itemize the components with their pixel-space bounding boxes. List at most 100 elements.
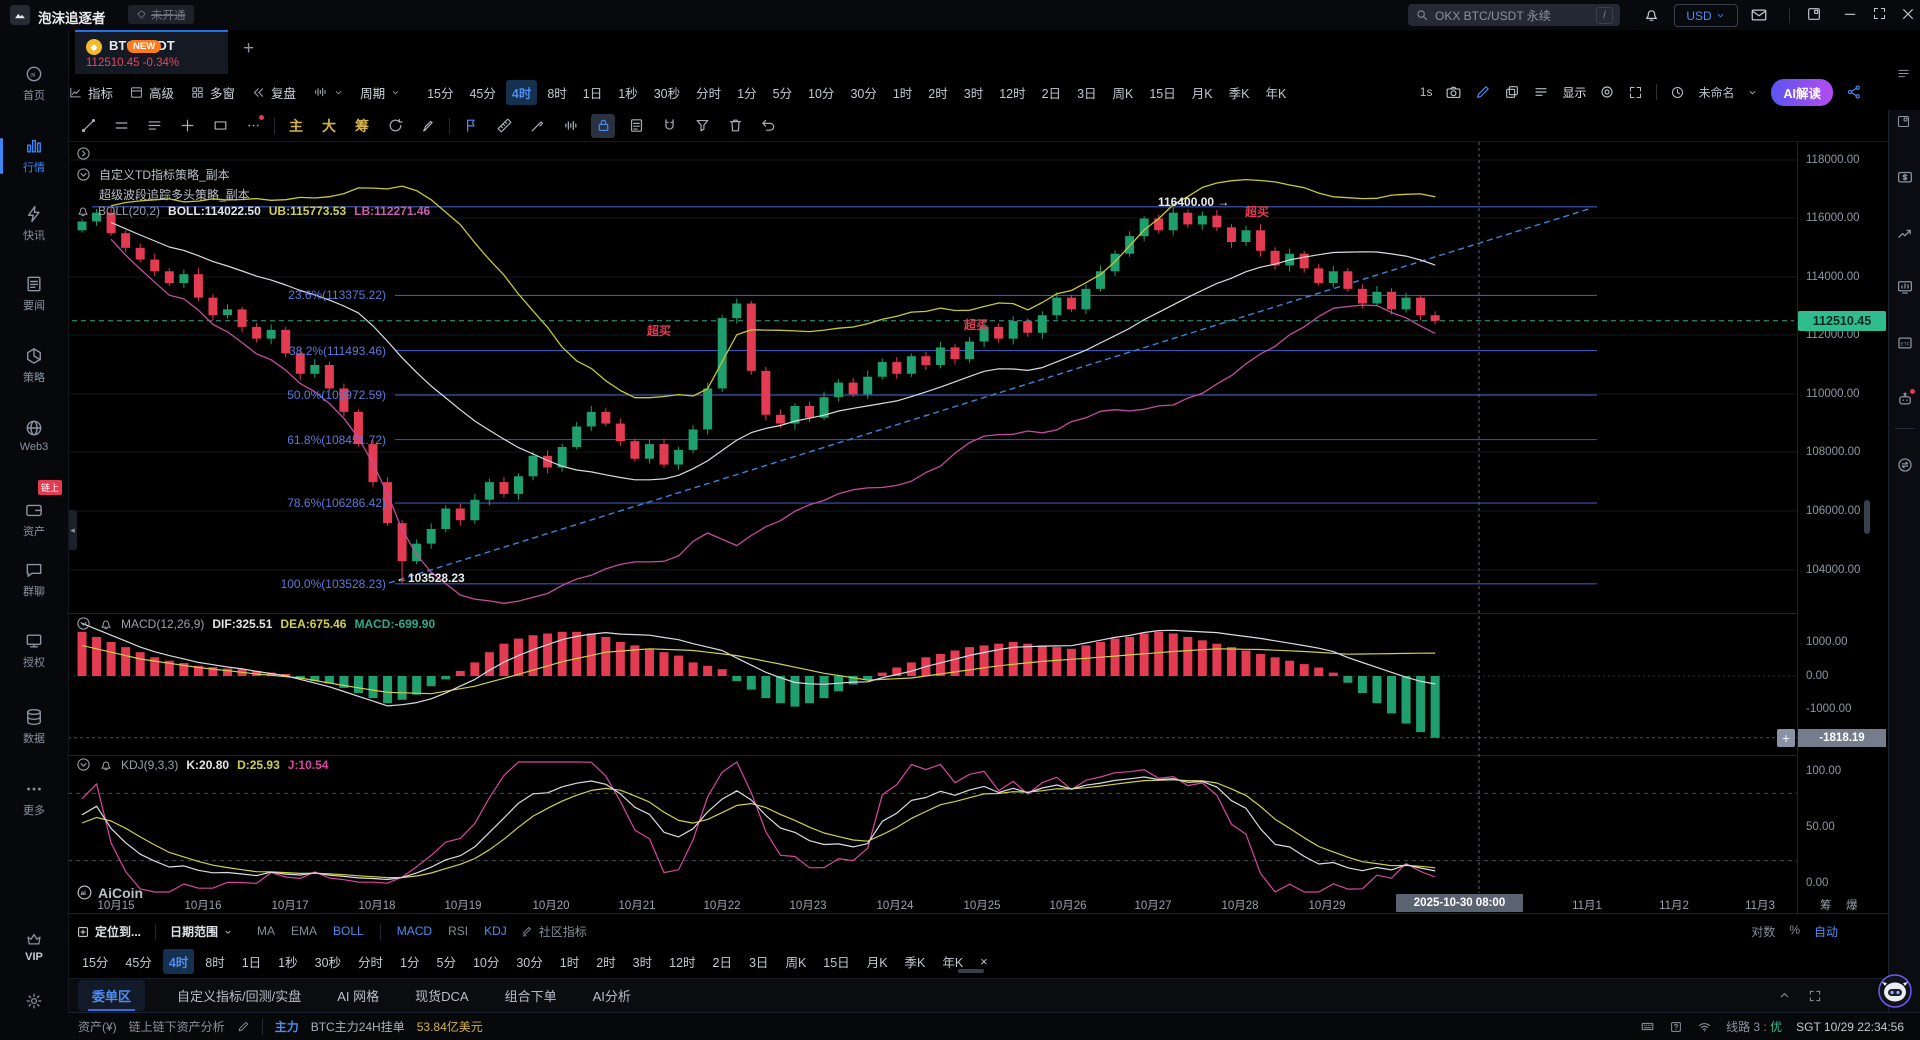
chip-distribution-toggle[interactable]: 筹: [350, 114, 374, 138]
timeframe-bottom-45分[interactable]: 45分: [119, 949, 157, 974]
close-icon[interactable]: [1900, 6, 1916, 22]
lock-drawings-tool-icon[interactable]: [591, 114, 615, 138]
etf-panel-icon[interactable]: ETF: [1896, 334, 1914, 352]
candlestick-chart[interactable]: [68, 142, 1797, 893]
advanced-button[interactable]: 高级: [129, 83, 174, 102]
timeframe-bottom-8时[interactable]: 8时: [199, 949, 230, 974]
undo-button-icon[interactable]: [756, 114, 780, 138]
fullscreen-icon[interactable]: [1628, 85, 1643, 100]
notifications-bell-icon[interactable]: [1643, 6, 1660, 23]
timeframe-月K[interactable]: 月K: [1186, 80, 1219, 105]
rectangle-tool-icon[interactable]: [208, 114, 232, 138]
timeframe-5分[interactable]: 5分: [767, 80, 798, 105]
timeframe-bottom-季K[interactable]: 季K: [899, 949, 932, 974]
magnet-tool-icon[interactable]: [657, 114, 681, 138]
chevron-down-icon[interactable]: [76, 616, 91, 631]
horizontal-scrollbar[interactable]: [958, 969, 984, 973]
bookmark-tool-icon[interactable]: [459, 114, 483, 138]
reset-tool-icon[interactable]: [383, 114, 407, 138]
alert-bell-icon[interactable]: [99, 758, 113, 772]
expand-panel-icon[interactable]: [1808, 988, 1822, 1003]
ai-assistant-mascot[interactable]: [1876, 972, 1914, 1010]
period-dropdown[interactable]: 周期: [360, 83, 401, 102]
timeframe-bottom-3时[interactable]: 3时: [627, 949, 658, 974]
shortcuts-keyboard-icon[interactable]: [1640, 1019, 1655, 1034]
sidebar-item-authorize[interactable]: 授权: [0, 631, 68, 675]
scale-option-对数[interactable]: 对数: [1751, 923, 1775, 940]
layout-name[interactable]: 未命名: [1698, 84, 1734, 101]
chevron-right-icon[interactable]: [76, 146, 91, 161]
timeframe-bottom-分时[interactable]: 分时: [352, 949, 389, 974]
chevron-down-icon[interactable]: [76, 757, 91, 772]
timeframe-bottom-2日[interactable]: 2日: [707, 949, 738, 974]
replay-button[interactable]: 复盘: [251, 83, 296, 102]
collapsed-strategy-row[interactable]: [76, 146, 91, 161]
pattern-tool-icon[interactable]: [558, 114, 582, 138]
timeframe-15日[interactable]: 15日: [1143, 80, 1181, 105]
license-badge[interactable]: 未开通: [128, 5, 194, 24]
timeframe-4时[interactable]: 4时: [506, 80, 537, 105]
resolution-badge[interactable]: 1s: [1420, 85, 1433, 99]
list-settings-icon[interactable]: [1533, 84, 1549, 100]
sidebar-item-vip[interactable]: VIP: [0, 930, 68, 974]
timeframe-bottom-周K[interactable]: 周K: [779, 949, 812, 974]
sidebar-item-headlines[interactable]: 要闻: [0, 274, 68, 318]
sidebar-item-home[interactable]: ai首页: [0, 64, 68, 108]
large-view-toggle[interactable]: 大: [317, 114, 341, 138]
timeframe-季K[interactable]: 季K: [1223, 80, 1256, 105]
scale-option-自动[interactable]: 自动: [1814, 923, 1838, 940]
sidebar-item-more[interactable]: 更多: [0, 779, 68, 823]
sidebar-item-assets[interactable]: 资产: [0, 500, 68, 544]
timeframe-30分[interactable]: 30分: [844, 80, 882, 105]
monitor-chart-panel-icon[interactable]: [1896, 278, 1914, 296]
strategy-row-2[interactable]: 超级波段追踪多头策略_副本: [99, 186, 250, 203]
chevron-down-icon[interactable]: [76, 167, 91, 182]
timeframe-1秒[interactable]: 1秒: [612, 80, 643, 105]
layout-clock-icon[interactable]: [1670, 85, 1685, 100]
timeframe-bottom-2时[interactable]: 2时: [590, 949, 621, 974]
strip-list-icon[interactable]: [1896, 66, 1911, 81]
indicator-shortcut-macd[interactable]: MACD: [397, 924, 432, 940]
timeframe-bottom-3日[interactable]: 3日: [743, 949, 774, 974]
boll-indicator-row[interactable]: BOLL(20,2) BOLL:114022.50 UB:115773.53 L…: [76, 204, 430, 218]
currency-select[interactable]: USD: [1674, 4, 1738, 27]
trend-line-tool-icon[interactable]: [76, 114, 100, 138]
mail-icon[interactable]: [1750, 6, 1768, 24]
robot-panel-icon[interactable]: [1896, 390, 1914, 408]
minimize-icon[interactable]: [1842, 6, 1858, 22]
parallel-lines-tool-icon[interactable]: [109, 114, 133, 138]
indicator-shortcut-ema[interactable]: EMA: [291, 924, 317, 940]
timeframe-bottom-1日[interactable]: 1日: [236, 949, 267, 974]
timeframe-30秒[interactable]: 30秒: [648, 80, 686, 105]
timeframe-3日[interactable]: 3日: [1071, 80, 1102, 105]
indicator-shortcut-ma[interactable]: MA: [257, 924, 275, 940]
timeframe-bottom-1秒[interactable]: 1秒: [272, 949, 303, 974]
strip-panel-icon[interactable]: [1896, 114, 1911, 129]
filter-tool-icon[interactable]: [690, 114, 714, 138]
settings-gear-icon[interactable]: [1599, 84, 1615, 100]
edit-pencil-icon[interactable]: [1475, 84, 1491, 100]
trade-tab-AI 网格[interactable]: AI 网格: [333, 980, 383, 1011]
share-icon[interactable]: [1846, 84, 1862, 100]
multi-window-button[interactable]: 多窗: [190, 83, 235, 102]
timeframe-1时[interactable]: 1时: [887, 80, 918, 105]
timeframe-bottom-15日[interactable]: 15日: [817, 949, 855, 974]
indicator-shortcut-rsi[interactable]: RSI: [448, 924, 468, 940]
timeframe-15分[interactable]: 15分: [421, 80, 459, 105]
display-menu[interactable]: 显示: [1562, 84, 1586, 101]
timeframe-年K[interactable]: 年K: [1259, 80, 1292, 105]
date-range-button[interactable]: 日期范围: [170, 923, 233, 940]
sidebar-item-data[interactable]: 数据: [0, 707, 68, 751]
restore-window-icon[interactable]: [1806, 6, 1822, 22]
trade-tab-委单区[interactable]: 委单区: [78, 980, 145, 1011]
timeframe-bottom-10分[interactable]: 10分: [467, 949, 505, 974]
kdj-indicator-row[interactable]: KDJ(9,3,3) K:20.80 D:25.93 J:10.54: [76, 757, 328, 772]
cross-tool-icon[interactable]: [175, 114, 199, 138]
search-input[interactable]: OKX BTC/USDT 永续 /: [1408, 4, 1620, 26]
delete-drawings-tool-icon[interactable]: [723, 114, 747, 138]
trade-tab-自定义指标/回测/实盘[interactable]: 自定义指标/回测/实盘: [173, 980, 305, 1011]
timeframe-bottom-月K[interactable]: 月K: [861, 949, 894, 974]
maximize-icon[interactable]: [1872, 6, 1887, 21]
timeframe-bottom-12时[interactable]: 12时: [663, 949, 701, 974]
sidebar-collapse-handle[interactable]: ◂: [68, 510, 77, 550]
